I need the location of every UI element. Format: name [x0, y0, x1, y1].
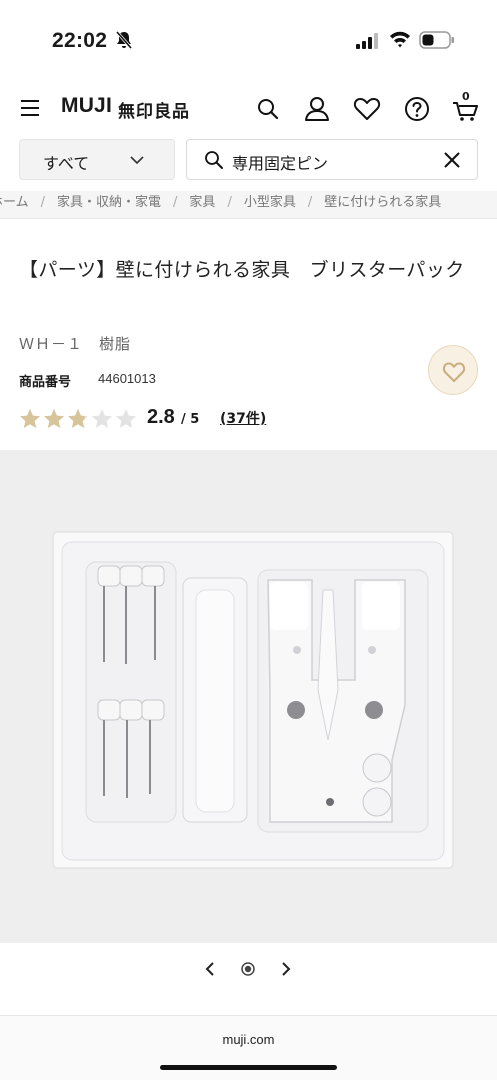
breadcrumb-separator: / [40, 195, 46, 210]
breadcrumb-item[interactable]: 壁に付けられる家具 [324, 191, 441, 210]
breadcrumb-item[interactable]: 家具 [189, 191, 215, 210]
star-icon [44, 409, 64, 428]
search-icon[interactable] [253, 94, 283, 124]
battery-icon [419, 31, 454, 49]
home-indicator[interactable] [160, 1065, 337, 1070]
account-icon[interactable] [302, 94, 332, 124]
search-input[interactable]: 専用固定ピン [186, 139, 478, 180]
search-query: 専用固定ピン [232, 154, 329, 173]
add-favorite-button[interactable] [428, 345, 478, 395]
url-text[interactable]: muji.com [0, 1032, 497, 1047]
image-pager [0, 950, 497, 990]
product-number-label: 商品番号 [19, 375, 72, 390]
star-icon [68, 409, 88, 428]
product-title: 【パーツ】壁に付けられる家具 ブリスターパック [19, 259, 465, 281]
product-number-value: 44601013 [98, 371, 156, 386]
breadcrumb-separator: / [227, 195, 232, 210]
review-count-link[interactable]: (37件) [220, 408, 266, 428]
product-image[interactable] [0, 450, 497, 943]
product-spec: ＷＨ－１ 樹脂 [19, 335, 132, 353]
star-icon [20, 409, 40, 428]
breadcrumb-item[interactable]: 家具・収納・家電 [57, 191, 161, 210]
breadcrumb-item[interactable]: ホーム [0, 191, 29, 210]
heart-icon [442, 362, 466, 382]
star-icon [116, 409, 136, 428]
search-icon [205, 151, 223, 169]
star-icon [92, 409, 112, 428]
rating-max: / 5 [181, 412, 200, 427]
browser-url-bar: muji.com [0, 1015, 497, 1080]
chevron-right-icon[interactable] [277, 960, 295, 978]
cart-count-badge: 0 [462, 90, 470, 103]
cellular-signal-icon [356, 33, 378, 49]
bell-slash-icon [115, 31, 133, 49]
search-row: すべて 専用固定ピン [0, 138, 497, 184]
breadcrumb-item[interactable]: 小型家具 [244, 191, 296, 210]
site-header: MUJI 無印良品 0 [0, 82, 497, 136]
close-icon[interactable] [444, 152, 460, 168]
favorites-icon[interactable] [352, 94, 382, 124]
rating-row: 2.8 / 5 (37件) [19, 404, 319, 434]
blister-pack-photo [0, 450, 497, 943]
status-bar: 22:02 [0, 0, 497, 82]
wifi-icon [390, 31, 410, 48]
chevron-left-icon[interactable] [201, 960, 219, 978]
chevron-down-icon [130, 156, 144, 165]
pager-dot-icon[interactable] [240, 961, 256, 977]
muji-logo[interactable]: MUJI [61, 94, 112, 118]
breadcrumb: ホーム / 家具・収納・家電 / 家具 / 小型家具 / 壁に付けられる家具 [0, 191, 497, 219]
category-label: すべて [43, 154, 90, 173]
help-icon[interactable] [402, 94, 432, 124]
muji-logo-jp[interactable]: 無印良品 [118, 97, 190, 122]
menu-icon[interactable] [21, 99, 41, 117]
rating-value: 2.8 [147, 406, 175, 428]
category-select[interactable]: すべて [19, 139, 175, 180]
breadcrumb-separator: / [173, 195, 178, 210]
breadcrumb-separator: / [307, 195, 313, 210]
status-time: 22:02 [52, 29, 108, 52]
